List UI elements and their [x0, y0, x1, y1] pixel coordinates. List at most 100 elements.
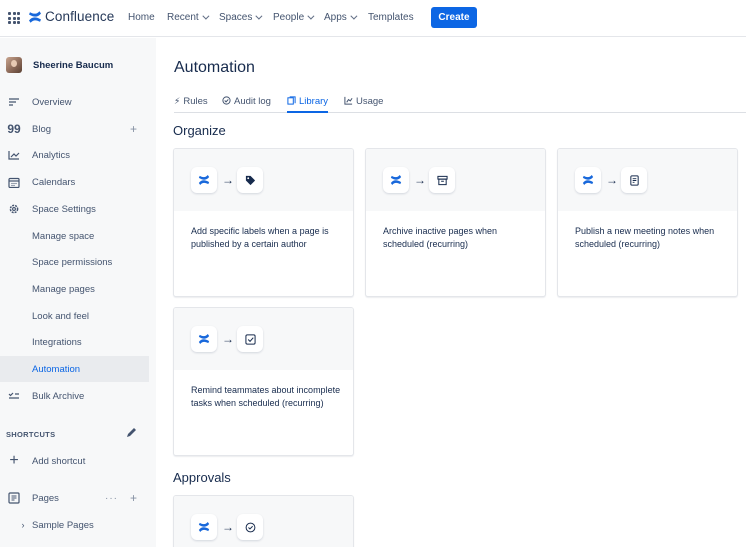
sidebar: Sheerine Baucum Overview 99 Blog + Analy… — [0, 38, 156, 547]
sidebar-item-label: Look and feel — [32, 310, 90, 322]
sidebar-item-automation[interactable]: Automation — [0, 356, 149, 382]
card-description: Archive inactive pages when scheduled (r… — [383, 226, 498, 249]
quote-icon: 99 — [7, 122, 21, 136]
nav-spaces[interactable]: Spaces — [219, 12, 263, 23]
sidebar-item-label: Analytics — [32, 149, 71, 161]
confluence-logo-icon — [191, 167, 217, 193]
template-card[interactable]: → Publish a new meeting notes when sched… — [557, 148, 738, 297]
template-card[interactable]: → Add specific labels when a page is pub… — [173, 148, 354, 297]
sidebar-item-space-settings[interactable]: Space Settings — [0, 196, 149, 222]
bulk-archive-icon — [7, 389, 21, 403]
add-shortcut-label: Add shortcut — [32, 455, 86, 467]
sidebar-item-label: Space permissions — [32, 256, 113, 268]
chevron-right-icon[interactable]: › — [16, 518, 30, 532]
tab-label: Rules — [183, 96, 208, 107]
arrow-right-icon: → — [606, 173, 618, 187]
arrow-right-icon: → — [222, 520, 234, 534]
sidebar-item-manage-pages[interactable]: Manage pages — [0, 276, 149, 302]
more-icon[interactable]: ··· — [105, 493, 118, 504]
app-switcher-icon[interactable] — [8, 12, 20, 24]
add-blog-icon[interactable]: + — [130, 122, 137, 136]
chart-icon — [344, 96, 353, 107]
template-card[interactable]: → Remind teammates about incomplete task… — [173, 307, 354, 456]
edit-shortcuts-icon[interactable] — [125, 426, 137, 444]
sidebar-item-calendars[interactable]: Calendars — [0, 169, 149, 195]
sidebar-item-analytics[interactable]: Analytics — [0, 142, 149, 168]
tab-library[interactable]: Library — [287, 96, 329, 113]
avatar — [6, 57, 22, 73]
chevron-down-icon — [350, 12, 358, 20]
nav-people-label: People — [273, 12, 305, 23]
nav-recent-label: Recent — [167, 12, 199, 23]
template-card[interactable]: → Archive inactive pages when scheduled … — [365, 148, 546, 297]
sidebar-item-bulk-archive[interactable]: Bulk Archive — [0, 383, 149, 409]
create-button[interactable]: Create — [431, 7, 477, 28]
user-name: Sheerine Baucum — [33, 59, 114, 71]
library-icon — [287, 96, 296, 107]
tab-usage[interactable]: Usage — [344, 96, 383, 113]
card-description: Publish a new meeting notes when schedul… — [575, 226, 715, 249]
card-description: Add specific labels when a page is publi… — [191, 226, 329, 249]
add-shortcut-button[interactable]: + Add shortcut — [0, 448, 149, 474]
confluence-logo[interactable]: Confluence — [28, 9, 114, 24]
tab-label: Library — [299, 96, 329, 107]
bolt-icon: ⚡︎ — [174, 96, 181, 106]
space-header[interactable]: Sheerine Baucum — [6, 57, 113, 73]
plus-icon: + — [9, 452, 19, 469]
overview-icon — [7, 95, 21, 109]
sidebar-item-look-and-feel[interactable]: Look and feel — [0, 303, 149, 329]
sidebar-item-label: Blog — [32, 123, 52, 135]
sidebar-item-label: Pages — [32, 492, 59, 504]
arrow-right-icon: → — [222, 332, 234, 346]
check-circle-icon — [222, 96, 231, 107]
sidebar-item-pages[interactable]: Pages ··· + — [0, 485, 149, 511]
nav-apps[interactable]: Apps — [324, 12, 358, 23]
analytics-icon — [7, 148, 21, 162]
nav-templates-label: Templates — [368, 12, 414, 23]
main-content: Automation ⚡︎ Rules Audit log Library Usa… — [156, 38, 746, 547]
sidebar-item-label: Sample Pages — [32, 519, 94, 531]
tab-audit-log[interactable]: Audit log — [222, 96, 271, 113]
confluence-logo-icon — [29, 10, 41, 23]
sidebar-item-label: Manage space — [32, 230, 95, 242]
nav-spaces-label: Spaces — [219, 12, 253, 23]
confluence-logo-icon — [191, 514, 217, 540]
confluence-logo-icon — [575, 167, 601, 193]
sidebar-item-label: Manage pages — [32, 283, 95, 295]
nav-home[interactable]: Home — [128, 12, 155, 23]
top-navigation: Confluence Home Recent Spaces People App… — [0, 0, 746, 37]
nav-home-label: Home — [128, 12, 155, 23]
section-heading-organize: Organize — [173, 123, 226, 138]
sidebar-item-sample-pages[interactable]: › Sample Pages — [0, 512, 149, 538]
sidebar-item-blog[interactable]: 99 Blog + — [0, 116, 149, 142]
check-circle-icon — [237, 514, 263, 540]
nav-templates[interactable]: Templates — [368, 12, 414, 23]
chevron-down-icon — [255, 12, 263, 20]
checkbox-icon — [237, 326, 263, 352]
tab-rules[interactable]: ⚡︎ Rules — [174, 96, 208, 113]
sidebar-item-label: Space Settings — [32, 203, 96, 215]
arrow-right-icon: → — [414, 173, 426, 187]
add-page-icon[interactable]: + — [130, 491, 137, 505]
sidebar-item-manage-space[interactable]: Manage space — [0, 223, 149, 249]
logo-text: Confluence — [45, 9, 115, 24]
confluence-logo-icon — [191, 326, 217, 352]
calendar-icon — [7, 175, 21, 189]
nav-people[interactable]: People — [273, 12, 315, 23]
nav-recent[interactable]: Recent — [167, 12, 210, 23]
tab-label: Usage — [356, 96, 384, 107]
tab-label: Audit log — [234, 96, 271, 107]
arrow-right-icon: → — [222, 173, 234, 187]
confluence-logo-icon — [383, 167, 409, 193]
sidebar-item-label: Overview — [32, 96, 72, 108]
sidebar-item-integrations[interactable]: Integrations — [0, 329, 149, 355]
shortcuts-heading: SHORTCUTS — [6, 430, 56, 439]
template-card[interactable]: → — [173, 495, 354, 547]
chevron-down-icon — [202, 12, 210, 20]
sidebar-item-space-permissions[interactable]: Space permissions — [0, 249, 149, 275]
sidebar-item-overview[interactable]: Overview — [0, 89, 149, 115]
nav-apps-label: Apps — [324, 12, 347, 23]
tag-icon — [237, 167, 263, 193]
sidebar-item-label: Calendars — [32, 176, 76, 188]
document-icon — [621, 167, 647, 193]
